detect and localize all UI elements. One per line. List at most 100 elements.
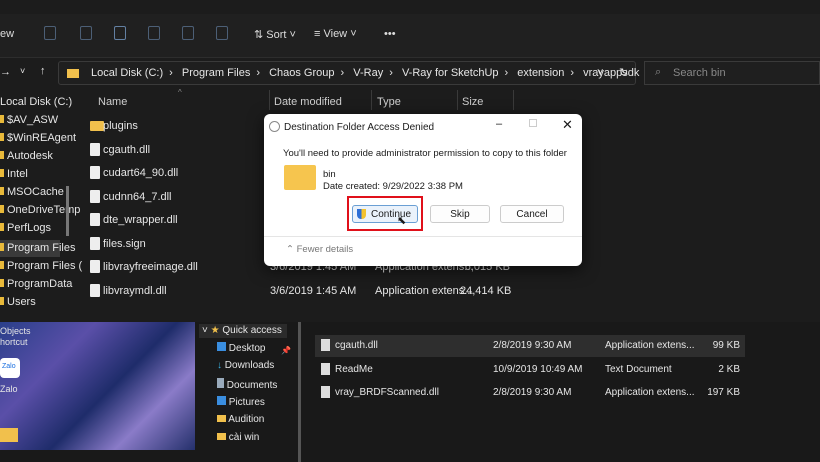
nav-item[interactable]: Autodesk bbox=[0, 150, 53, 162]
nav-item[interactable]: $AV_ASW bbox=[0, 114, 58, 126]
file-icon bbox=[90, 260, 100, 273]
nav-item[interactable]: PerfLogs bbox=[0, 222, 51, 234]
nav-item[interactable]: Program Files ( bbox=[0, 260, 82, 272]
cursor-icon: ⬉ bbox=[397, 215, 407, 227]
address-bar[interactable]: Local Disk (C:) › Program Files › Chaos Gr… bbox=[58, 61, 673, 85]
column-size[interactable]: Size bbox=[462, 96, 483, 108]
file-icon bbox=[90, 166, 100, 179]
nav-item[interactable]: Intel bbox=[0, 168, 28, 180]
nav-item[interactable]: Audition bbox=[217, 414, 264, 425]
nav-item-selected[interactable]: Program Files bbox=[0, 240, 75, 257]
folder-name: bin bbox=[323, 169, 336, 180]
desktop-icon-label[interactable]: Zalo bbox=[0, 384, 18, 394]
cancel-button[interactable]: Cancel bbox=[500, 205, 564, 223]
folder-icon bbox=[284, 165, 316, 190]
nav-scrollbar[interactable] bbox=[298, 322, 301, 462]
forward-button[interactable]: → bbox=[0, 66, 11, 78]
file-name: files.sign bbox=[103, 237, 146, 250]
nav-item[interactable]: MSOCache bbox=[0, 186, 64, 198]
desktop-icon-label[interactable]: hortcut bbox=[0, 337, 28, 347]
sort-button[interactable]: ⇅ Sort ˅ bbox=[254, 28, 296, 41]
file-icon bbox=[321, 362, 330, 375]
breadcrumb-4[interactable]: V-Ray for SketchUp bbox=[402, 67, 499, 79]
paste-icon[interactable] bbox=[114, 26, 126, 40]
nav-scrollbar[interactable] bbox=[66, 186, 69, 236]
divider bbox=[264, 236, 582, 237]
file-type: Application extens... bbox=[375, 284, 474, 297]
skip-button[interactable]: Skip bbox=[430, 205, 490, 223]
share-icon[interactable] bbox=[182, 26, 194, 40]
file-icon bbox=[90, 283, 100, 297]
column-date[interactable]: Date modified bbox=[274, 96, 342, 108]
divider bbox=[371, 90, 372, 110]
file-icon bbox=[321, 386, 330, 398]
nav-item[interactable]: ↓ Downloads bbox=[217, 360, 274, 371]
file-row[interactable]: libvraymdl.dll 3/6/2019 1:45 AM Applicat… bbox=[85, 280, 525, 302]
column-name[interactable]: Name bbox=[98, 96, 127, 108]
up-button[interactable]: ↑ bbox=[40, 65, 46, 77]
file-date: 2/8/2019 9:30 AM bbox=[493, 340, 572, 351]
more-button[interactable]: ••• bbox=[384, 28, 396, 40]
nav-item[interactable]: cài win bbox=[217, 432, 259, 443]
file-row[interactable]: cgauth.dll 2/8/2019 9:30 AM Application … bbox=[315, 335, 745, 357]
file-icon bbox=[321, 339, 330, 351]
file-name: ReadMe bbox=[335, 363, 373, 375]
chevron-down-icon[interactable]: ˅ bbox=[597, 67, 603, 79]
search-placeholder: Search bin bbox=[673, 67, 726, 79]
breadcrumb-1[interactable]: Program Files bbox=[182, 67, 250, 79]
file-row[interactable]: vray_BRDFScanned.dll 2/8/2019 9:30 AM Ap… bbox=[315, 382, 745, 404]
nav-quick-access[interactable]: ˅ ★ Quick access bbox=[199, 324, 287, 338]
new-button[interactable]: ew bbox=[0, 28, 14, 40]
breadcrumb-2[interactable]: Chaos Group bbox=[269, 67, 334, 79]
nav-item[interactable]: Pictures bbox=[217, 396, 265, 408]
copy-icon[interactable] bbox=[80, 26, 92, 40]
file-type: Text Document bbox=[605, 363, 672, 375]
pin-icon[interactable]: 📌 bbox=[281, 346, 291, 355]
nav-item[interactable]: Documents bbox=[217, 378, 277, 391]
file-size: 24,414 KB bbox=[460, 284, 512, 297]
cut-icon[interactable] bbox=[44, 26, 56, 40]
nav-item[interactable]: $WinREAgent bbox=[0, 132, 76, 144]
file-date: 10/9/2019 10:49 AM bbox=[493, 363, 583, 375]
search-input[interactable]: ⌕ Search bin bbox=[644, 61, 820, 85]
file-size: 197 KB bbox=[707, 387, 740, 398]
file-size: 2 KB bbox=[718, 363, 740, 375]
file-name: plugins bbox=[103, 120, 138, 132]
navigation-pane: Local Disk (C:) $AV_ASW $WinREAgent Auto… bbox=[0, 92, 82, 317]
nav-item[interactable]: Users bbox=[0, 296, 36, 308]
nav-item[interactable]: Local Disk (C:) bbox=[0, 96, 72, 108]
file-icon bbox=[90, 213, 100, 226]
file-icon bbox=[90, 142, 100, 156]
file-type: Application extens... bbox=[605, 340, 695, 351]
sort-label: Sort bbox=[266, 29, 287, 41]
recent-dropdown[interactable]: ˅ bbox=[20, 66, 25, 76]
fewer-details-button[interactable]: ⌃ Fewer details bbox=[286, 244, 353, 255]
zalo-icon[interactable]: Zalo bbox=[0, 358, 20, 378]
minimize-button[interactable]: – bbox=[496, 118, 502, 130]
folder-icon bbox=[90, 121, 104, 131]
breadcrumb-5[interactable]: extension bbox=[517, 67, 564, 79]
delete-icon[interactable] bbox=[216, 26, 228, 40]
desktop-wallpaper: Objects hortcut Zalo Zalo bbox=[0, 322, 195, 450]
maximize-button[interactable] bbox=[529, 119, 537, 127]
breadcrumb-3[interactable]: V-Ray bbox=[353, 67, 383, 79]
fewer-details-label: Fewer details bbox=[296, 244, 354, 255]
breadcrumb-6[interactable]: vrayappsdk bbox=[583, 67, 639, 79]
view-button[interactable]: ≡ View ˅ bbox=[314, 28, 357, 40]
close-button[interactable]: ✕ bbox=[562, 117, 573, 133]
folder-icon bbox=[67, 69, 79, 78]
file-name: libvrayfreeimage.dll bbox=[103, 261, 198, 273]
rename-icon[interactable] bbox=[148, 26, 160, 40]
file-name: cudnn64_7.dll bbox=[103, 190, 172, 203]
column-type[interactable]: Type bbox=[377, 96, 401, 108]
file-row[interactable]: ReadMe 10/9/2019 10:49 AM Text Document … bbox=[315, 359, 745, 381]
breadcrumb-0[interactable]: Local Disk (C:) bbox=[91, 67, 163, 79]
desktop-icon-label[interactable]: Objects bbox=[0, 326, 31, 336]
folder-icon[interactable] bbox=[0, 428, 18, 442]
nav-item[interactable]: Desktop bbox=[217, 342, 265, 354]
nav-item[interactable]: ProgramData bbox=[0, 278, 72, 290]
refresh-icon[interactable]: ↻ bbox=[619, 66, 628, 79]
date-created: Date created: 9/29/2022 3:38 PM bbox=[323, 181, 463, 192]
file-name: cudart64_90.dll bbox=[103, 167, 179, 179]
file-name: vray_BRDFScanned.dll bbox=[335, 387, 439, 398]
